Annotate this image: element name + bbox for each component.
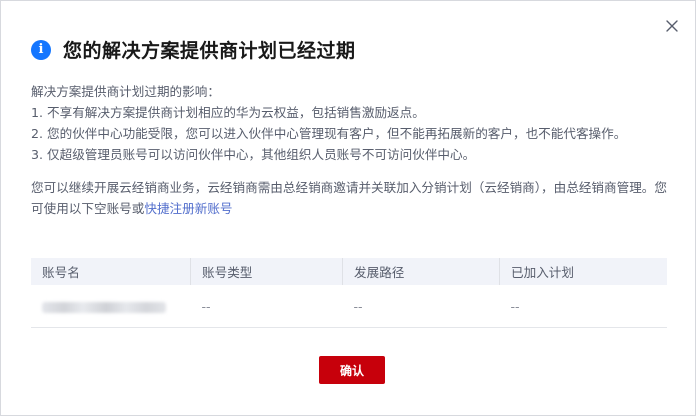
continue-paragraph: 您可以继续开展云经销商业务，云经销商需由总经销商邀请并关联加入分销计划（云经销商… [31,177,667,219]
close-icon[interactable] [662,16,682,36]
account-type-cell: -- [190,285,343,328]
info-icon: i [31,39,51,60]
account-name-cell [31,285,191,328]
development-path-cell: -- [342,285,500,328]
continue-text: 您可以继续开展云经销商业务，云经销商需由总经销商邀请并关联加入分销计划（云经销商… [31,180,667,216]
impact-item-2: 2. 您的伙伴中心功能受限，您可以进入伙伴中心管理现有客户，但不能再拓展新的客户… [31,126,627,141]
column-header-joined-plans: 已加入计划 [499,258,667,285]
redacted-account-name [42,301,166,313]
column-header-account-type: 账号类型 [190,258,343,285]
expired-plan-dialog: i 您的解决方案提供商计划已经过期 解决方案提供商计划过期的影响： 1. 不享有… [0,0,696,416]
impact-heading: 解决方案提供商计划过期的影响： [31,84,220,99]
account-table: 账号名 账号类型 发展路径 已加入计划 -- -- -- [31,258,667,328]
table-header-row: 账号名 账号类型 发展路径 已加入计划 [31,258,667,285]
register-new-account-link[interactable]: 快捷注册新账号 [144,201,232,216]
impact-item-3: 3. 仅超级管理员账号可以访问伙伴中心，其他组织人员账号不可访问伙伴中心。 [31,147,476,162]
table-row: -- -- -- [31,285,667,328]
confirm-button[interactable]: 确认 [319,356,385,384]
dialog-header: i 您的解决方案提供商计划已经过期 [31,36,356,63]
joined-plans-cell: -- [499,285,667,328]
dialog-body: 解决方案提供商计划过期的影响： 1. 不享有解决方案提供商计划相应的华为云权益，… [31,81,667,219]
dialog-title: 您的解决方案提供商计划已经过期 [63,40,356,62]
column-header-account-name: 账号名 [42,265,80,280]
column-header-development-path: 发展路径 [342,258,500,285]
impact-item-1: 1. 不享有解决方案提供商计划相应的华为云权益，包括销售激励返点。 [31,105,425,120]
